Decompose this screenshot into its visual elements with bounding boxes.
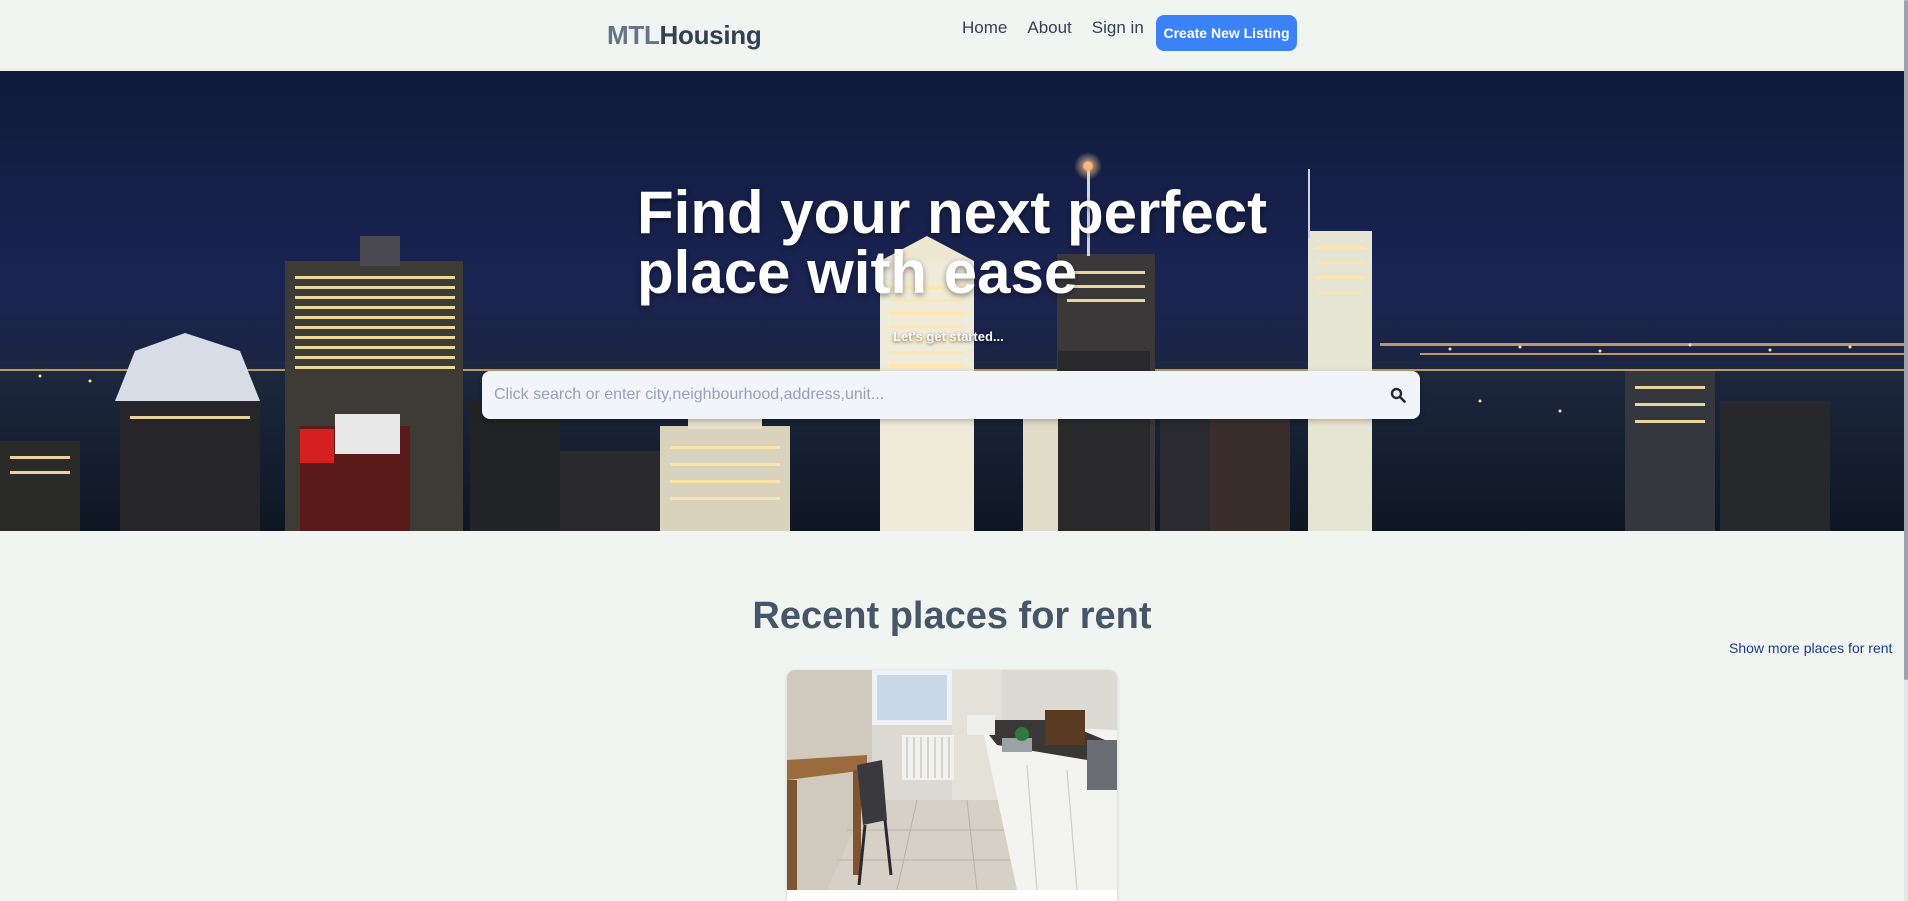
hero-subtitle: Let's get started...	[893, 329, 1004, 344]
logo-part-mtl: MTL	[607, 20, 660, 50]
recent-places-heading: Recent places for rent	[752, 595, 1152, 637]
show-more-link[interactable]: Show more places for rent	[1729, 640, 1892, 656]
hero-banner: Find your next perfect place with ease L…	[0, 71, 1904, 531]
search-icon[interactable]	[1376, 373, 1420, 417]
logo-part-housing: Housing	[659, 20, 762, 50]
nav-home-link[interactable]: Home	[962, 18, 1007, 38]
search-bar	[482, 371, 1420, 419]
page-scrollbar[interactable]	[1904, 0, 1908, 901]
nav-about-link[interactable]: About	[1027, 18, 1071, 38]
scrollbar-thumb[interactable]	[1904, 0, 1908, 680]
listing-photo	[787, 670, 1117, 890]
main-nav: Home About Sign in	[962, 18, 1164, 38]
site-header: MTLHousing Home About Sign in Create New…	[0, 0, 1904, 70]
hero-heading: Find your next perfect place with ease	[637, 179, 1268, 306]
create-listing-button[interactable]: Create New Listing	[1156, 15, 1297, 51]
nav-signin-link[interactable]: Sign in	[1092, 18, 1144, 38]
site-logo[interactable]: MTLHousing	[607, 20, 762, 51]
search-input[interactable]	[482, 371, 1376, 419]
listing-card[interactable]	[787, 670, 1117, 901]
